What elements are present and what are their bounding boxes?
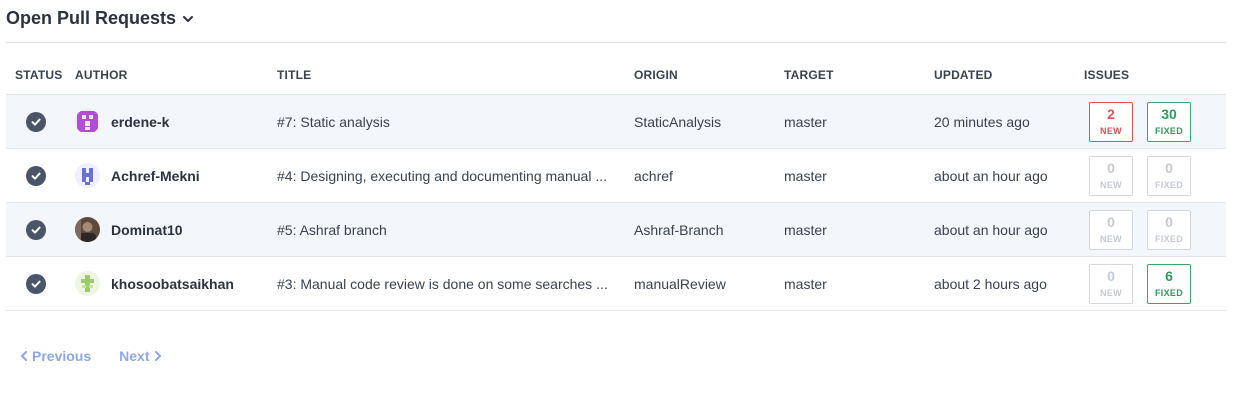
header-divider [6, 42, 1226, 43]
pr-title-link[interactable]: #5: Ashraf branch [277, 222, 622, 238]
table-row[interactable]: erdene-k #7: Static analysis StaticAnaly… [6, 95, 1226, 149]
pr-title-link[interactable]: #7: Static analysis [277, 114, 622, 130]
table-row[interactable]: Dominat10 #5: Ashraf branch Ashraf-Branc… [6, 203, 1226, 257]
column-author: AUTHOR [75, 68, 128, 82]
target-branch: master [784, 113, 827, 130]
table-row[interactable]: Achref-Mekni #4: Designing, executing an… [6, 149, 1226, 203]
updated-time: about an hour ago [934, 167, 1048, 184]
fixed-issues-badge[interactable]: 6 FIXED [1147, 263, 1191, 304]
previous-label: Previous [32, 348, 92, 364]
page-title: Open Pull Requests [6, 8, 177, 28]
avatar [75, 163, 100, 188]
table-header: STATUS AUTHOR TITLE ORIGIN TARGET UPDATE… [6, 58, 1226, 95]
new-issues-badge[interactable]: 0 NEW [1089, 155, 1133, 196]
origin-branch: StaticAnalysis [634, 113, 722, 130]
author-link[interactable]: Dominat10 [111, 222, 183, 238]
avatar [75, 109, 100, 134]
column-issues: ISSUES [1084, 68, 1130, 82]
column-status: STATUS [15, 68, 63, 82]
target-branch: master [784, 167, 827, 184]
check-circle-icon [26, 219, 46, 240]
page-title-dropdown[interactable]: Open Pull Requests [6, 8, 194, 29]
pull-requests-table: STATUS AUTHOR TITLE ORIGIN TARGET UPDATE… [6, 58, 1226, 311]
table-row[interactable]: khosoobatsaikhan #3: Manual code review … [6, 257, 1226, 311]
origin-branch: achref [634, 167, 673, 184]
column-target: TARGET [784, 68, 834, 82]
chevron-right-icon [154, 351, 161, 361]
target-branch: master [784, 275, 827, 292]
column-updated: UPDATED [934, 68, 993, 82]
check-circle-icon [26, 111, 46, 132]
chevron-down-icon [183, 15, 194, 22]
fixed-issues-badge[interactable]: 0 FIXED [1147, 209, 1191, 250]
updated-time: about an hour ago [934, 221, 1048, 238]
updated-time: 20 minutes ago [934, 113, 1030, 130]
next-label: Next [119, 348, 150, 364]
fixed-issues-badge[interactable]: 0 FIXED [1147, 155, 1191, 196]
previous-button[interactable]: Previous [20, 348, 91, 364]
avatar [75, 217, 100, 242]
origin-branch: Ashraf-Branch [634, 221, 724, 238]
fixed-issues-badge[interactable]: 30 FIXED [1147, 101, 1191, 142]
pr-title-link[interactable]: #4: Designing, executing and documenting… [277, 168, 622, 184]
check-circle-icon [26, 273, 46, 294]
author-link[interactable]: khosoobatsaikhan [111, 276, 234, 292]
target-branch: master [784, 221, 827, 238]
new-issues-badge[interactable]: 0 NEW [1089, 209, 1133, 250]
pr-title-link[interactable]: #3: Manual code review is done on some s… [277, 276, 622, 292]
avatar [75, 271, 100, 296]
next-button[interactable]: Next [119, 348, 161, 364]
author-link[interactable]: Achref-Mekni [111, 168, 200, 184]
check-circle-icon [26, 165, 46, 186]
updated-time: about 2 hours ago [934, 275, 1047, 292]
column-origin: ORIGIN [634, 68, 678, 82]
author-link[interactable]: erdene-k [111, 114, 169, 130]
new-issues-badge[interactable]: 0 NEW [1089, 263, 1133, 304]
column-title: TITLE [277, 68, 312, 82]
origin-branch: manualReview [634, 275, 726, 292]
new-issues-badge[interactable]: 2 NEW [1089, 101, 1133, 142]
chevron-left-icon [21, 351, 27, 361]
pagination: Previous Next [20, 348, 162, 364]
